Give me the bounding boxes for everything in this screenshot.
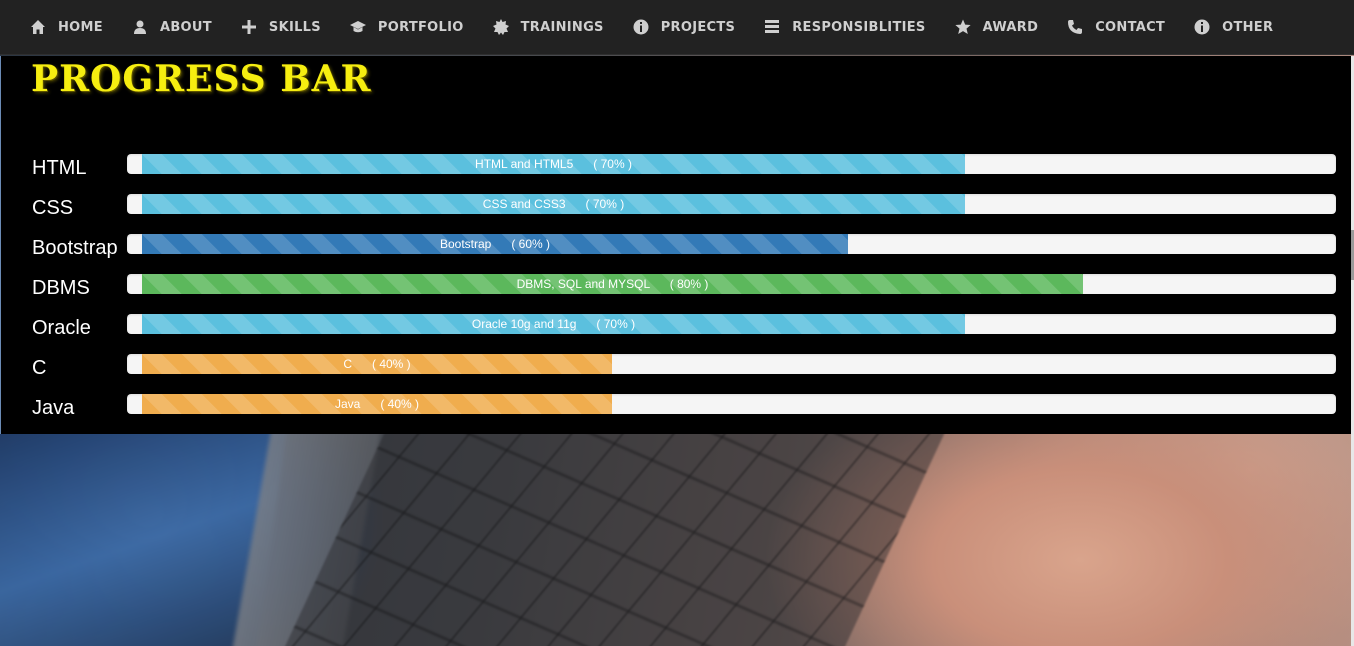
progress-track: Java ( 40% ) — [127, 394, 1336, 414]
nav-item-responsibilities[interactable]: RESPONSIBLITIES — [764, 19, 925, 35]
progress-track: Bootstrap ( 60% ) — [127, 234, 1336, 254]
progress-track: HTML and HTML5 ( 70% ) — [127, 154, 1336, 174]
progress-track: DBMS, SQL and MYSQL ( 80% ) — [127, 274, 1336, 294]
info-circle-icon — [633, 19, 649, 35]
skill-label: Java — [32, 397, 75, 419]
progress-fill: Bootstrap ( 60% ) — [142, 234, 848, 254]
nav-item-projects[interactable]: PROJECTS — [633, 19, 735, 35]
progress-fill: C ( 40% ) — [142, 354, 612, 374]
phone-icon — [1067, 19, 1083, 35]
progress-text: DBMS, SQL and MYSQL ( 80% ) — [516, 277, 709, 291]
skill-row-dbms: DBMS DBMS, SQL and MYSQL ( 80% ) — [1, 269, 1352, 309]
skill-label: Bootstrap — [32, 237, 118, 259]
nav-item-award[interactable]: AWARD — [954, 19, 1039, 35]
progress-fill: CSS and CSS3 ( 70% ) — [142, 194, 965, 214]
nav-label: RESPONSIBLITIES — [792, 19, 926, 35]
nav-label: SKILLS — [268, 19, 321, 35]
progress-track: CSS and CSS3 ( 70% ) — [127, 194, 1336, 214]
info-circle-icon — [1194, 19, 1210, 35]
nav-label: ABOUT — [159, 19, 212, 35]
nav-label: OTHER — [1222, 19, 1274, 35]
nav-label: HOME — [58, 19, 103, 35]
nav-item-trainings[interactable]: TRAININGS — [492, 19, 604, 35]
skill-row-oracle: Oracle Oracle 10g and 11g ( 70% ) — [1, 309, 1352, 349]
progress-text: Oracle 10g and 11g ( 70% ) — [471, 317, 636, 331]
progress-fill: HTML and HTML5 ( 70% ) — [142, 154, 965, 174]
home-icon — [30, 19, 46, 35]
skill-row-html: HTML HTML and HTML5 ( 70% ) — [1, 149, 1352, 189]
nav-item-other[interactable]: OTHER — [1194, 19, 1273, 35]
progress-text: Java ( 40% ) — [334, 397, 420, 411]
nav-item-portfolio[interactable]: PORTFOLIO — [349, 19, 464, 35]
plus-icon — [241, 19, 257, 35]
progress-text: CSS and CSS3 ( 70% ) — [482, 197, 625, 211]
graduation-cap-icon — [349, 19, 366, 35]
star-icon — [954, 19, 971, 35]
progress-bar-section: PROGRESS BAR HTML HTML and HTML5 ( 70% )… — [0, 56, 1351, 434]
nav-item-skills[interactable]: SKILLS — [241, 19, 321, 35]
skill-row-java: Java Java ( 40% ) — [1, 389, 1352, 429]
skill-label: CSS — [32, 197, 74, 219]
section-title: PROGRESS BAR — [31, 58, 372, 100]
skill-label: HTML — [32, 157, 87, 179]
progress-text: Bootstrap ( 60% ) — [439, 237, 551, 251]
keyboard-image — [274, 430, 946, 646]
nav-item-about[interactable]: ABOUT — [132, 19, 212, 35]
skill-label: Oracle — [32, 317, 91, 339]
top-navbar: HOME ABOUT SKILLS PORTFOLIO TRAININGS PR… — [0, 0, 1354, 55]
skill-row-c: C C ( 40% ) — [1, 349, 1352, 389]
page: HOME ABOUT SKILLS PORTFOLIO TRAININGS PR… — [0, 0, 1354, 646]
progress-text: C ( 40% ) — [343, 357, 411, 371]
nav-item-home[interactable]: HOME — [30, 19, 103, 35]
skill-row-bootstrap: Bootstrap Bootstrap ( 60% ) — [1, 229, 1352, 269]
user-icon — [132, 19, 148, 35]
certificate-icon — [492, 19, 509, 35]
progress-fill: Java ( 40% ) — [142, 394, 612, 414]
nav-label: PORTFOLIO — [377, 19, 464, 35]
progress-fill: DBMS, SQL and MYSQL ( 80% ) — [142, 274, 1083, 294]
nav-label: TRAININGS — [520, 19, 604, 35]
nav-label: PROJECTS — [660, 19, 736, 35]
progress-track: Oracle 10g and 11g ( 70% ) — [127, 314, 1336, 334]
progress-fill: Oracle 10g and 11g ( 70% ) — [142, 314, 965, 334]
skill-label: DBMS — [32, 277, 90, 299]
nav-label: AWARD — [982, 19, 1039, 35]
skill-label: C — [32, 357, 47, 379]
progress-text: HTML and HTML5 ( 70% ) — [475, 157, 632, 171]
nav-item-contact[interactable]: CONTACT — [1067, 19, 1165, 35]
progress-track: C ( 40% ) — [127, 354, 1336, 374]
tasks-icon — [764, 19, 780, 35]
nav-label: CONTACT — [1095, 19, 1166, 35]
skill-row-css: CSS CSS and CSS3 ( 70% ) — [1, 189, 1352, 229]
